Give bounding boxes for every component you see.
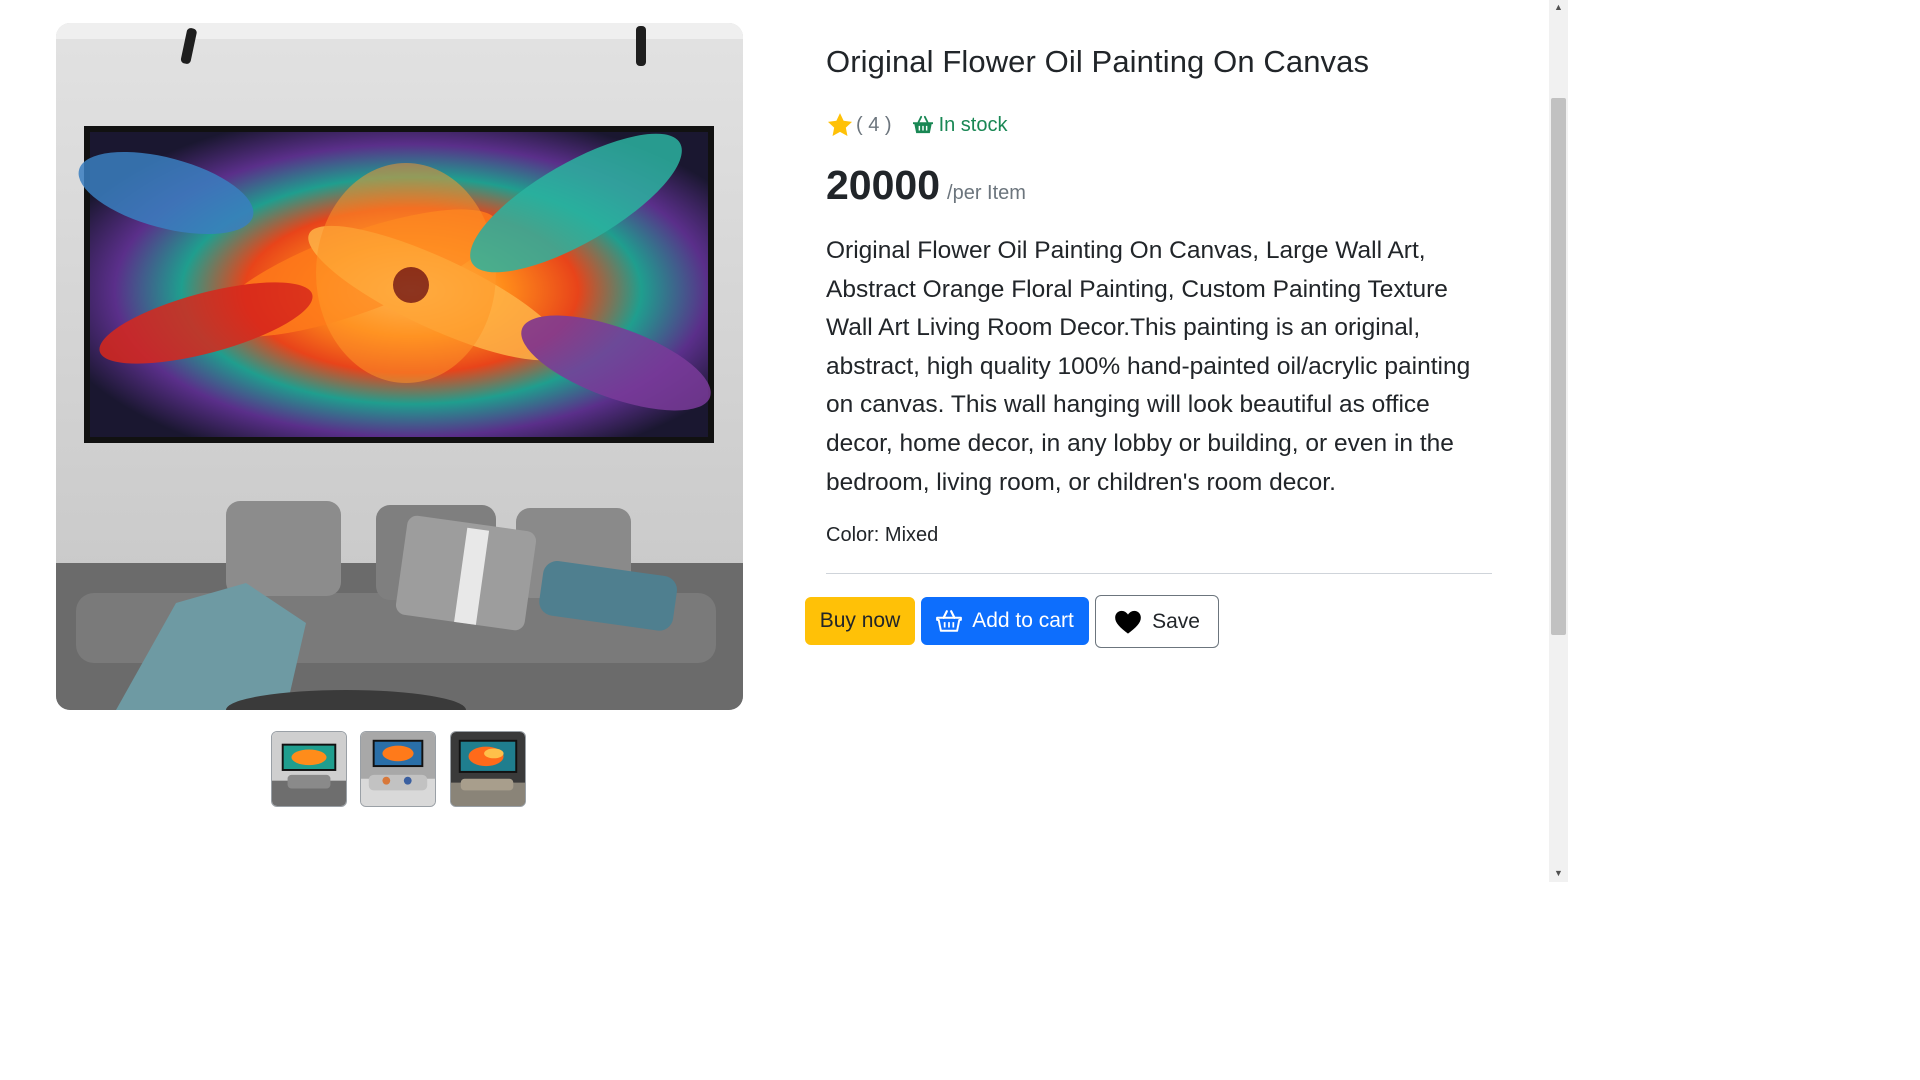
price-row: 20000 /per Item: [826, 162, 1026, 209]
basket-icon: [936, 610, 963, 632]
star-icon: [827, 113, 853, 136]
stock-status: In stock: [912, 113, 1008, 137]
stock-label: In stock: [938, 113, 1008, 136]
add-to-cart-label: Add to cart: [972, 609, 1074, 632]
thumbnail-1[interactable]: [271, 731, 347, 807]
scroll-down-arrow-icon[interactable]: ▼: [1549, 866, 1568, 880]
divider: [826, 573, 1492, 574]
scroll-up-arrow-icon[interactable]: ▲: [1549, 0, 1568, 14]
save-button[interactable]: Save: [1095, 595, 1219, 648]
rating-count: ( 4 ): [856, 113, 892, 136]
product-main-image: [56, 23, 743, 710]
product-title: Original Flower Oil Painting On Canvas: [826, 44, 1370, 79]
color-info: Color: Mixed: [826, 524, 939, 546]
basket-icon: [912, 115, 933, 134]
thumbnail-2[interactable]: [360, 731, 436, 807]
buy-now-button[interactable]: Buy now: [805, 597, 915, 645]
add-to-cart-button[interactable]: Add to cart: [921, 597, 1089, 645]
scrollbar-thumb[interactable]: [1551, 98, 1566, 635]
price: 20000: [826, 162, 941, 208]
heart-icon: [1115, 610, 1141, 634]
buy-now-label: Buy now: [819, 609, 901, 632]
save-label: Save: [1152, 609, 1200, 633]
thumbnail-3[interactable]: [450, 731, 526, 807]
rating-stock-row: ( 4 ) In stock: [826, 108, 1007, 142]
price-unit: /per Item: [947, 182, 1026, 204]
product-description: Original Flower Oil Painting On Canvas, …: [826, 237, 1471, 496]
